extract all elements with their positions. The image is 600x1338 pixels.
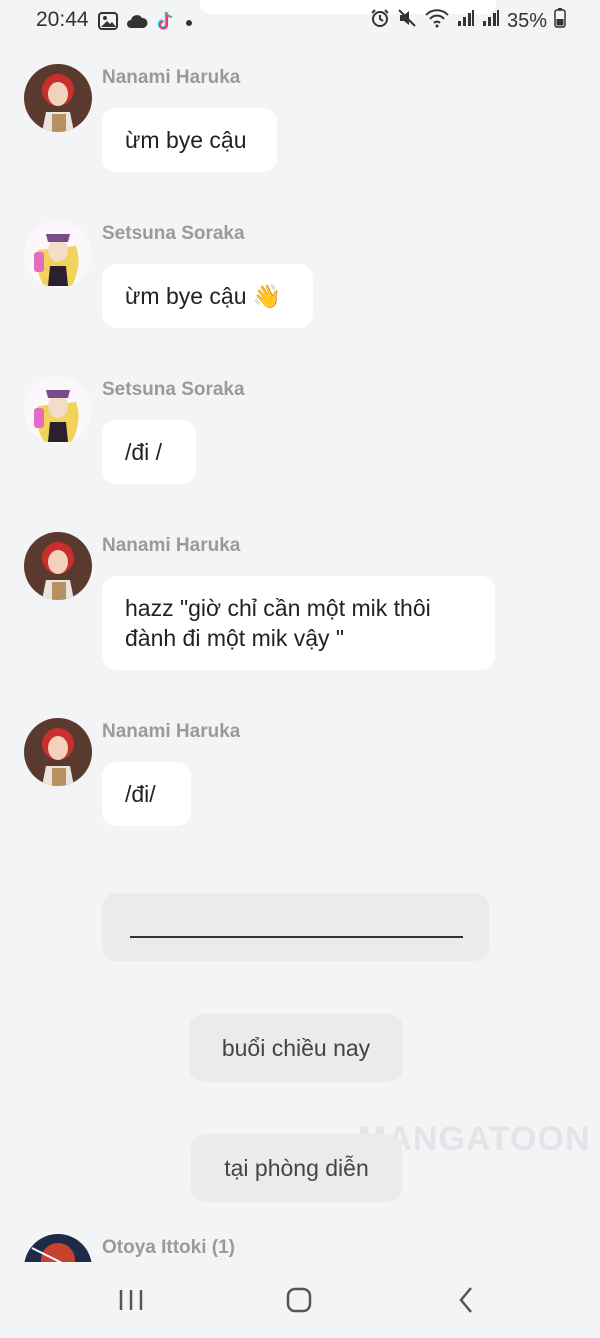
sender-name: Setsuna Soraka bbox=[102, 223, 245, 244]
home-icon bbox=[286, 1287, 312, 1313]
signal-icon bbox=[457, 9, 475, 33]
sender-name: Otoya Ittoki (1) bbox=[102, 1237, 236, 1258]
back-icon bbox=[459, 1287, 472, 1313]
divider-line bbox=[130, 936, 463, 938]
mute-icon bbox=[397, 8, 417, 34]
battery-icon bbox=[554, 8, 566, 34]
tiktok-icon bbox=[156, 10, 176, 37]
narration-bubble[interactable]: tại phòng diễn bbox=[191, 1134, 402, 1202]
narration-divider bbox=[102, 893, 489, 961]
avatar-setsuna-soraka[interactable] bbox=[24, 376, 92, 444]
wifi-icon bbox=[424, 8, 450, 34]
message-bubble[interactable]: hazz "giờ chỉ cần một mik thôi đành đi m… bbox=[102, 576, 495, 670]
message-bubble[interactable]: /đi / bbox=[102, 420, 196, 484]
signal-icon bbox=[482, 9, 500, 33]
avatar-setsuna-soraka[interactable] bbox=[24, 220, 92, 288]
back-button[interactable] bbox=[445, 1278, 489, 1322]
system-navigation-bar bbox=[0, 1262, 600, 1338]
image-icon bbox=[98, 12, 118, 35]
avatar-nanami-haruka[interactable] bbox=[24, 532, 92, 600]
sender-name: Nanami Haruka bbox=[102, 721, 241, 742]
status-time: 20:44 bbox=[36, 8, 89, 31]
alarm-icon bbox=[370, 8, 390, 34]
recents-button[interactable] bbox=[109, 1278, 153, 1322]
sender-name: Nanami Haruka bbox=[102, 67, 241, 88]
message-bubble[interactable]: /đi/ bbox=[102, 762, 191, 826]
message-bubble[interactable]: ừm bye cậu 👋 bbox=[102, 264, 313, 328]
avatar-otoya-ittoki[interactable] bbox=[24, 1234, 92, 1262]
sender-name: Nanami Haruka bbox=[102, 535, 241, 556]
battery-level: 35% bbox=[506, 9, 547, 32]
narration-bubble[interactable]: buổi chiều nay bbox=[189, 1014, 403, 1082]
avatar-nanami-haruka[interactable] bbox=[24, 64, 92, 132]
avatar-nanami-haruka[interactable] bbox=[24, 718, 92, 786]
dot-icon bbox=[184, 15, 194, 33]
cloud-icon bbox=[126, 13, 148, 34]
sender-name: Setsuna Soraka bbox=[102, 379, 245, 400]
chat-message: Otoya Ittoki (1) bbox=[0, 1232, 600, 1262]
status-bar: 20:44 35% bbox=[0, 0, 600, 42]
message-bubble[interactable]: ừm bye cậu bbox=[102, 108, 277, 172]
home-button[interactable] bbox=[277, 1278, 321, 1322]
recents-icon bbox=[119, 1290, 143, 1310]
